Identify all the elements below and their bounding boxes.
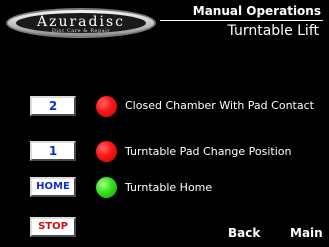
back-button[interactable]: Back [228, 226, 260, 240]
position-1-button[interactable]: 1 [30, 141, 76, 161]
home-status-indicator [96, 177, 117, 198]
main-button[interactable]: Main [290, 226, 323, 240]
home-button[interactable]: HOME [30, 177, 76, 197]
position-2-button[interactable]: 2 [30, 96, 76, 116]
page-title: Manual Operations [192, 4, 321, 18]
logo-badge: Azuradisc Disc Care & Repair [16, 13, 146, 34]
header-divider [160, 20, 323, 21]
closed-chamber-status-indicator [96, 96, 117, 117]
closed-chamber-label: Closed Chamber With Pad Contact [125, 99, 314, 112]
stop-button[interactable]: STOP [30, 217, 76, 237]
home-label: Turntable Home [125, 181, 213, 194]
azuradisc-logo: Azuradisc Disc Care & Repair [6, 8, 156, 38]
logo-tagline: Disc Care & Repair [51, 28, 111, 34]
pad-change-status-indicator [96, 141, 117, 162]
pad-change-label: Turntable Pad Change Position [125, 145, 292, 158]
page-subtitle: Turntable Lift [227, 23, 319, 39]
